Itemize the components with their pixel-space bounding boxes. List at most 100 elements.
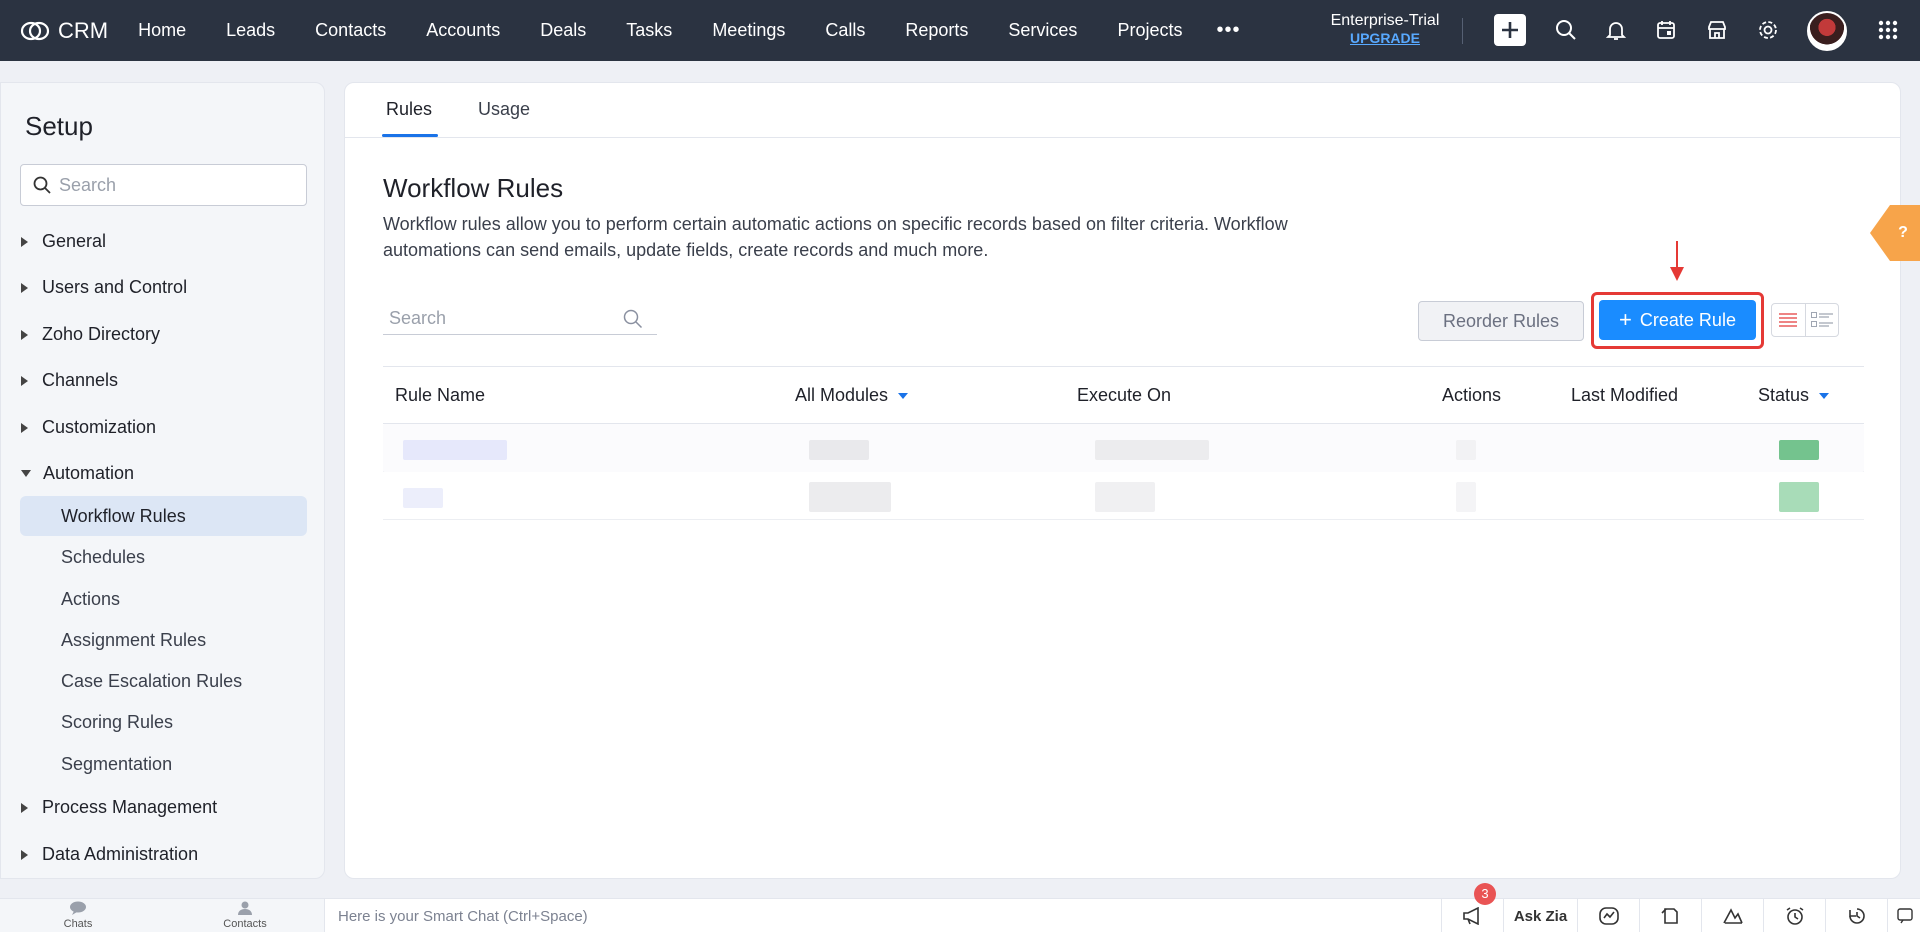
rules-search-input[interactable] <box>383 308 623 329</box>
section-label: Automation <box>43 463 135 483</box>
calendar-icon[interactable] <box>1650 14 1682 46</box>
tab-usage[interactable]: Usage <box>478 99 530 120</box>
avatar[interactable] <box>1807 11 1847 51</box>
page-description: Workflow rules allow you to perform cert… <box>383 214 1288 260</box>
plan-label: Enterprise-Trial <box>1330 12 1440 29</box>
setup-sidebar: Setup General Users and Control Zoho Dir… <box>0 82 325 879</box>
caret-right-icon <box>21 422 28 433</box>
rules-search <box>383 303 657 335</box>
sidebar-item-schedules[interactable]: Schedules <box>20 537 307 577</box>
add-icon[interactable] <box>1494 14 1526 46</box>
sidebar-section-zoho-directory[interactable]: Zoho Directory <box>21 324 160 345</box>
gear-icon[interactable] <box>1752 14 1784 46</box>
actions-redacted <box>1456 482 1476 512</box>
tab-rules[interactable]: Rules <box>386 99 432 120</box>
nav-projects[interactable]: Projects <box>1097 0 1202 61</box>
status-toggle[interactable] <box>1779 482 1819 512</box>
zia-draw-icon[interactable] <box>1701 899 1763 932</box>
contacts-label: Contacts <box>223 918 267 930</box>
rule-name-redacted[interactable] <box>403 440 507 460</box>
column-all-modules[interactable]: All Modules <box>795 385 909 406</box>
detail-view-icon[interactable] <box>1806 304 1839 336</box>
sidebar-section-automation[interactable]: Automation <box>21 463 134 484</box>
sidebar-section-channels[interactable]: Channels <box>21 370 118 391</box>
nav-tasks[interactable]: Tasks <box>606 0 692 61</box>
column-status[interactable]: Status <box>1758 385 1830 406</box>
column-label: Status <box>1758 385 1810 405</box>
sidebar-section-customization[interactable]: Customization <box>21 417 156 438</box>
zoho-logo-icon <box>20 21 50 40</box>
sidebar-item-actions[interactable]: Actions <box>20 579 307 619</box>
contacts-icon <box>238 901 252 915</box>
table-row[interactable] <box>383 472 1864 520</box>
signals-icon[interactable] <box>1577 899 1639 932</box>
dropdown-caret-icon <box>1819 392 1830 399</box>
sidebar-item-workflow-rules[interactable]: Workflow Rules <box>20 496 307 536</box>
active-tab-indicator <box>382 134 438 137</box>
column-label: All Modules <box>795 385 889 405</box>
sidebar-section-process-management[interactable]: Process Management <box>21 797 217 818</box>
nav-calls[interactable]: Calls <box>805 0 885 61</box>
column-rule-name: Rule Name <box>395 385 486 405</box>
search-icon[interactable] <box>623 309 643 329</box>
sidebar-item-scoring-rules[interactable]: Scoring Rules <box>20 702 307 742</box>
feedback-icon[interactable] <box>1887 899 1920 932</box>
sidebar-section-general[interactable]: General <box>21 231 106 252</box>
page-title: Workflow Rules <box>383 173 564 203</box>
sidebar-search-input[interactable] <box>59 174 299 196</box>
section-label: Zoho Directory <box>42 324 161 344</box>
alarm-icon[interactable] <box>1763 899 1825 932</box>
table-row[interactable] <box>383 424 1864 472</box>
apps-grid-icon[interactable] <box>1872 14 1904 46</box>
divider <box>1462 18 1463 44</box>
sidebar-item-assignment-rules[interactable]: Assignment Rules <box>20 620 307 660</box>
reorder-rules-button[interactable]: Reorder Rules <box>1418 301 1584 341</box>
bottom-left-tools: Chats Contacts <box>0 899 325 932</box>
create-rule-button[interactable]: + Create Rule <box>1599 300 1756 340</box>
list-view-icon[interactable] <box>1772 304 1806 336</box>
rule-name-redacted[interactable] <box>403 488 443 508</box>
contacts-tool[interactable]: Contacts <box>215 901 275 930</box>
caret-down-icon <box>21 470 31 477</box>
chats-tool[interactable]: Chats <box>48 901 108 930</box>
execute-on-redacted <box>1095 482 1155 512</box>
upgrade-link[interactable]: UPGRADE <box>1320 30 1450 46</box>
nav-leads[interactable]: Leads <box>206 0 295 61</box>
section-label: Data Administration <box>42 844 199 864</box>
caret-right-icon <box>21 802 28 813</box>
bell-icon[interactable] <box>1600 14 1632 46</box>
main-nav: Home Leads Contacts Accounts Deals Tasks… <box>118 0 1254 61</box>
more-icon[interactable]: ••• <box>1202 19 1254 42</box>
nav-services[interactable]: Services <box>988 0 1097 61</box>
nav-contacts[interactable]: Contacts <box>295 0 406 61</box>
trial-info: Enterprise-Trial UPGRADE <box>1320 12 1450 46</box>
status-toggle[interactable] <box>1779 440 1819 460</box>
column-last-modified: Last Modified <box>1571 385 1679 405</box>
search-icon[interactable] <box>1550 14 1582 46</box>
nav-deals[interactable]: Deals <box>520 0 606 61</box>
history-icon[interactable] <box>1825 899 1887 932</box>
caret-right-icon <box>21 329 28 340</box>
crm-logo[interactable]: CRM <box>20 18 108 44</box>
nav-reports[interactable]: Reports <box>885 0 988 61</box>
sidebar-section-users-and-control[interactable]: Users and Control <box>21 277 187 298</box>
smart-chat-input[interactable]: Here is your Smart Chat (Ctrl+Space) <box>338 908 588 925</box>
notes-icon[interactable] <box>1639 899 1701 932</box>
sidebar-item-segmentation[interactable]: Segmentation <box>20 744 307 784</box>
sidebar-item-case-escalation-rules[interactable]: Case Escalation Rules <box>20 661 307 701</box>
section-label: Users and Control <box>42 277 188 297</box>
nav-home[interactable]: Home <box>118 0 206 61</box>
chats-label: Chats <box>63 918 93 930</box>
caret-right-icon <box>21 236 28 247</box>
announcement-icon[interactable] <box>1441 899 1503 932</box>
dropdown-caret-icon <box>898 392 909 399</box>
nav-accounts[interactable]: Accounts <box>406 0 520 61</box>
app-name: CRM <box>58 17 109 43</box>
nav-meetings[interactable]: Meetings <box>692 0 805 61</box>
sidebar-section-data-administration[interactable]: Data Administration <box>21 844 198 865</box>
section-label: Channels <box>42 370 119 390</box>
plus-icon: + <box>1619 307 1632 332</box>
sidebar-title: Setup <box>25 111 93 141</box>
ask-zia-button[interactable]: Ask Zia <box>1503 899 1577 932</box>
marketplace-icon[interactable] <box>1701 14 1733 46</box>
